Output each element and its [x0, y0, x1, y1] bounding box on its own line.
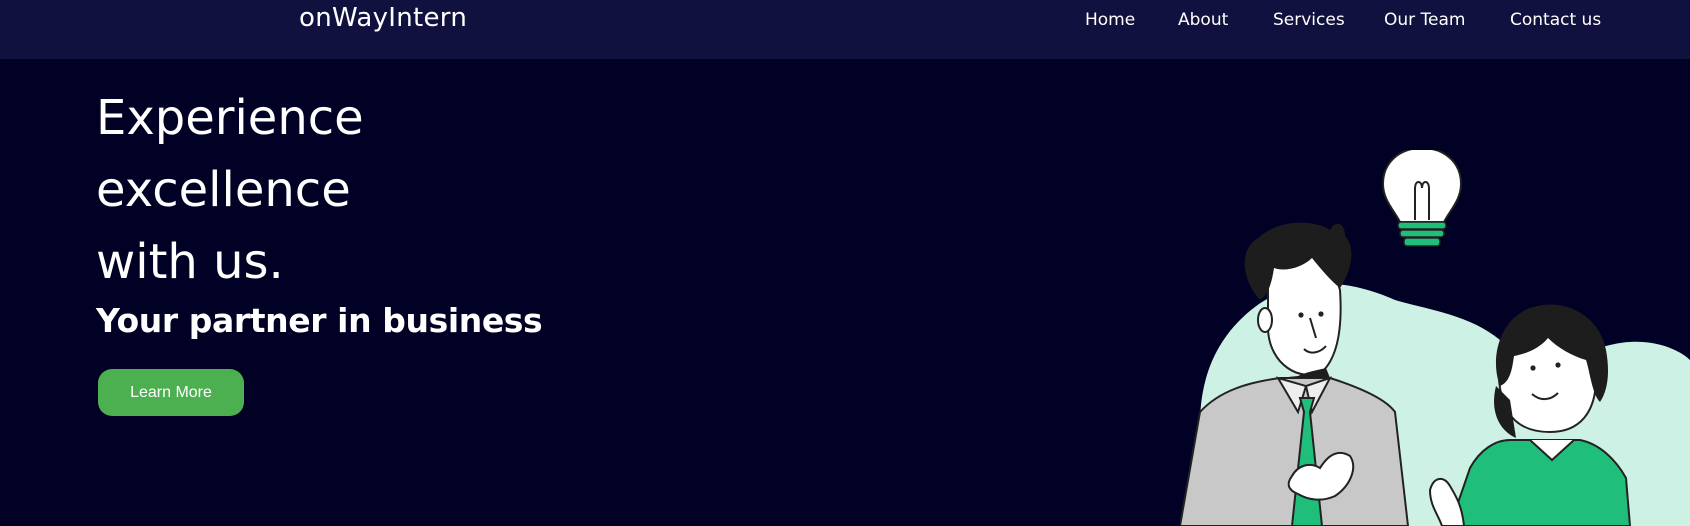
navbar: onWayIntern Home About Services Our Team…	[0, 0, 1690, 59]
hero-title-line-1: Experience	[96, 90, 364, 146]
hero-subtitle: Your partner in business	[96, 301, 543, 340]
nav-link-services[interactable]: Services	[1273, 10, 1345, 30]
nav-link-home[interactable]: Home	[1085, 10, 1135, 30]
lightbulb-icon	[1381, 150, 1463, 247]
nav-link-about[interactable]: About	[1178, 10, 1228, 30]
hero-title: Experience excellence with us.	[96, 82, 364, 298]
nav-link-contact-us[interactable]: Contact us	[1510, 10, 1601, 30]
nav-link-our-team[interactable]: Our Team	[1384, 10, 1465, 30]
learn-more-button[interactable]: Learn More	[98, 369, 244, 416]
business-people-lightbulb-illustration	[1180, 150, 1690, 526]
nav-links: Home About Services Our Team Contact us	[0, 10, 1690, 34]
hero-title-line-3: with us.	[96, 234, 284, 290]
hero-title-line-2: excellence	[96, 162, 351, 218]
